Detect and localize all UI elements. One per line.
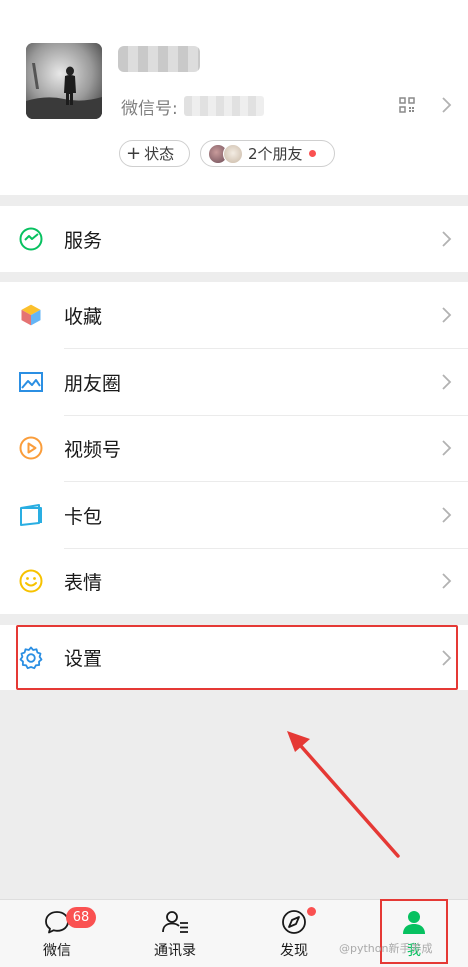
tab-label: 通讯录: [154, 943, 196, 959]
unread-count-badge: 68: [66, 907, 96, 928]
tab-label: 发现: [280, 943, 308, 959]
tab-label: 微信: [43, 943, 71, 959]
tab-contacts[interactable]: 通讯录: [135, 900, 215, 967]
annotation-arrow-icon: [287, 731, 400, 858]
discover-new-dot: [307, 907, 316, 916]
watermark: @python新手养成: [339, 942, 433, 955]
tab-discover[interactable]: 发现: [254, 900, 334, 967]
contacts-icon: [162, 911, 188, 933]
compass-icon: [282, 910, 306, 934]
